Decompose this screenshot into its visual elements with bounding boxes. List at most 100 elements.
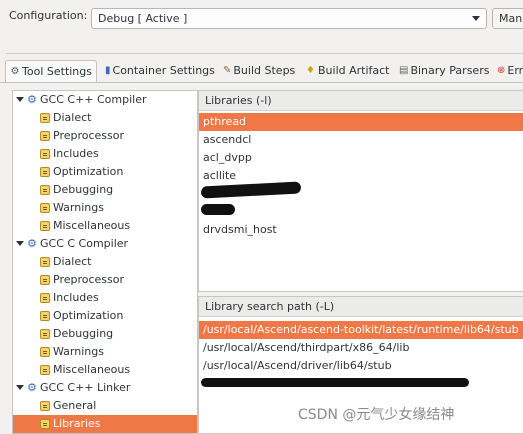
tab-build-steps[interactable]: ✎ Build Steps <box>219 60 299 82</box>
tree-item-label: Optimization <box>53 309 124 322</box>
tree-item-dialect[interactable]: Dialect <box>13 253 197 271</box>
tree-item-general[interactable]: General <box>13 397 197 415</box>
library-item[interactable]: ascendcl <box>199 131 523 149</box>
settings-page-icon <box>40 347 50 357</box>
library-item-redacted[interactable] <box>199 203 523 221</box>
tab-separator <box>0 82 523 83</box>
tree-item-warnings[interactable]: Warnings <box>13 343 197 361</box>
settings-page-icon <box>40 203 50 213</box>
tab-label: Container Settings <box>112 64 215 77</box>
tree-item-gcc-cpp-linker[interactable]: ⚙ GCC C++ Linker <box>13 379 197 397</box>
library-item[interactable]: pthread <box>199 113 523 131</box>
tree-item-label: Preprocessor <box>53 273 125 286</box>
gear-icon: ⚙ <box>27 381 37 394</box>
tree-item-label: GCC C++ Compiler <box>40 93 147 106</box>
tree-item-label: Warnings <box>53 201 104 214</box>
settings-page-icon <box>40 185 50 195</box>
tab-container-settings[interactable]: ▮ Container Settings <box>101 60 217 82</box>
tree-item-label: Libraries <box>53 417 101 430</box>
build-steps-icon: ✎ <box>223 65 232 76</box>
redaction-mark <box>201 204 235 215</box>
settings-page-icon <box>40 329 50 339</box>
tab-build-artifact[interactable]: ♦ Build Artifact <box>301 60 394 82</box>
separator <box>6 53 523 54</box>
tree-item-miscellaneous[interactable]: Miscellaneous <box>13 217 197 235</box>
tree-item-optimization[interactable]: Optimization <box>13 307 197 325</box>
settings-page-icon <box>40 365 50 375</box>
tab-binary-parsers[interactable]: ▤ Binary Parsers <box>395 60 491 82</box>
tree-item-optimization[interactable]: Optimization <box>13 163 197 181</box>
tree-item-label: Dialect <box>53 111 92 124</box>
settings-page-icon <box>40 275 50 285</box>
tree-item-preprocessor[interactable]: Preprocessor <box>13 127 197 145</box>
tree-item-label: GCC C Compiler <box>40 237 129 250</box>
tab-label: Tool Settings <box>22 65 92 78</box>
tree-item-debugging[interactable]: Debugging <box>13 325 197 343</box>
settings-page-icon <box>40 401 50 411</box>
tab-error-parsers[interactable]: ⊗ Err <box>493 60 523 82</box>
gear-icon: ⚙ <box>27 93 37 106</box>
libraries-header: Libraries (-l) <box>199 91 523 111</box>
tree-item-gcc-cpp-compiler[interactable]: ⚙ GCC C++ Compiler <box>13 91 197 109</box>
tree-item-label: Miscellaneous <box>53 219 131 232</box>
tree-item-label: Includes <box>53 291 99 304</box>
error-parsers-icon: ⊗ <box>497 65 506 76</box>
tab-label: Err <box>507 64 523 77</box>
settings-page-icon <box>40 113 50 123</box>
settings-page-icon <box>40 293 50 303</box>
tree-item-includes[interactable]: Includes <box>13 145 197 163</box>
settings-page-icon <box>40 167 50 177</box>
settings-page-icon <box>40 311 50 321</box>
expander-icon[interactable] <box>16 97 24 102</box>
configuration-row: Configuration: Debug [ Active ] Mana <box>0 0 523 58</box>
expander-icon[interactable] <box>16 385 24 390</box>
configuration-label: Configuration: <box>9 9 88 22</box>
watermark: CSDN @元气少女缘结神 <box>298 407 455 423</box>
chevron-down-icon <box>472 16 480 21</box>
tree-item-label: Debugging <box>53 183 114 196</box>
configuration-select[interactable]: Debug [ Active ] <box>91 8 487 29</box>
tree-item-gcc-c-compiler[interactable]: ⚙ GCC C Compiler <box>13 235 197 253</box>
search-path-item[interactable]: /usr/local/Ascend/driver/lib64/stub <box>199 357 523 375</box>
search-path-item[interactable]: /usr/local/Ascend/thirdpart/x86_64/lib <box>199 339 523 357</box>
tool-settings-icon: ⚙ <box>10 66 20 77</box>
libraries-panel: Libraries (-l) pthread ascendcl acl_dvpp… <box>198 90 523 292</box>
library-item[interactable]: acl_dvpp <box>199 149 523 167</box>
settings-page-icon <box>40 221 50 231</box>
binary-parsers-icon: ▤ <box>399 65 409 76</box>
tab-label: Binary Parsers <box>410 64 490 77</box>
library-item[interactable]: acllite <box>199 167 523 185</box>
settings-page-icon <box>40 257 50 267</box>
tree-item-debugging[interactable]: Debugging <box>13 181 197 199</box>
tree-item-label: Miscellaneous <box>53 363 131 376</box>
tree-item-label: Dialect <box>53 255 92 268</box>
manage-configurations-button[interactable]: Mana <box>492 8 523 29</box>
tab-bar: ⚙ Tool Settings ▮ Container Settings ✎ B… <box>0 60 523 82</box>
tool-settings-tree: ⚙ GCC C++ Compiler Dialect Preprocessor … <box>12 90 198 434</box>
tab-label: Build Steps <box>233 64 296 77</box>
redaction-mark <box>201 378 469 387</box>
tree-item-miscellaneous[interactable]: Miscellaneous <box>13 361 197 379</box>
tree-item-dialect[interactable]: Dialect <box>13 109 197 127</box>
tree-item-includes[interactable]: Includes <box>13 289 197 307</box>
gear-icon: ⚙ <box>27 237 37 250</box>
settings-page-icon <box>40 131 50 141</box>
tree-item-label: GCC C++ Linker <box>40 381 131 394</box>
expander-icon[interactable] <box>16 241 24 246</box>
tree-item-label: Preprocessor <box>53 129 125 142</box>
tree-item-libraries[interactable]: Libraries <box>13 415 197 433</box>
tree-item-label: Includes <box>53 147 99 160</box>
tree-item-warnings[interactable]: Warnings <box>13 199 197 217</box>
build-artifact-icon: ♦ <box>306 65 315 76</box>
library-item[interactable]: drvdsmi_host <box>199 221 523 239</box>
settings-page-icon <box>40 149 50 159</box>
configuration-value: Debug [ Active ] <box>98 12 188 25</box>
tree-item-label: General <box>53 399 97 412</box>
container-icon: ▮ <box>105 65 111 76</box>
search-path-header: Library search path (-L) <box>199 297 523 317</box>
tab-tool-settings[interactable]: ⚙ Tool Settings <box>5 60 97 82</box>
tree-item-preprocessor[interactable]: Preprocessor <box>13 271 197 289</box>
tree-item-label: Optimization <box>53 165 124 178</box>
tab-label: Build Artifact <box>318 64 390 77</box>
search-path-item[interactable]: /usr/local/Ascend/ascend-toolkit/latest/… <box>199 321 523 339</box>
